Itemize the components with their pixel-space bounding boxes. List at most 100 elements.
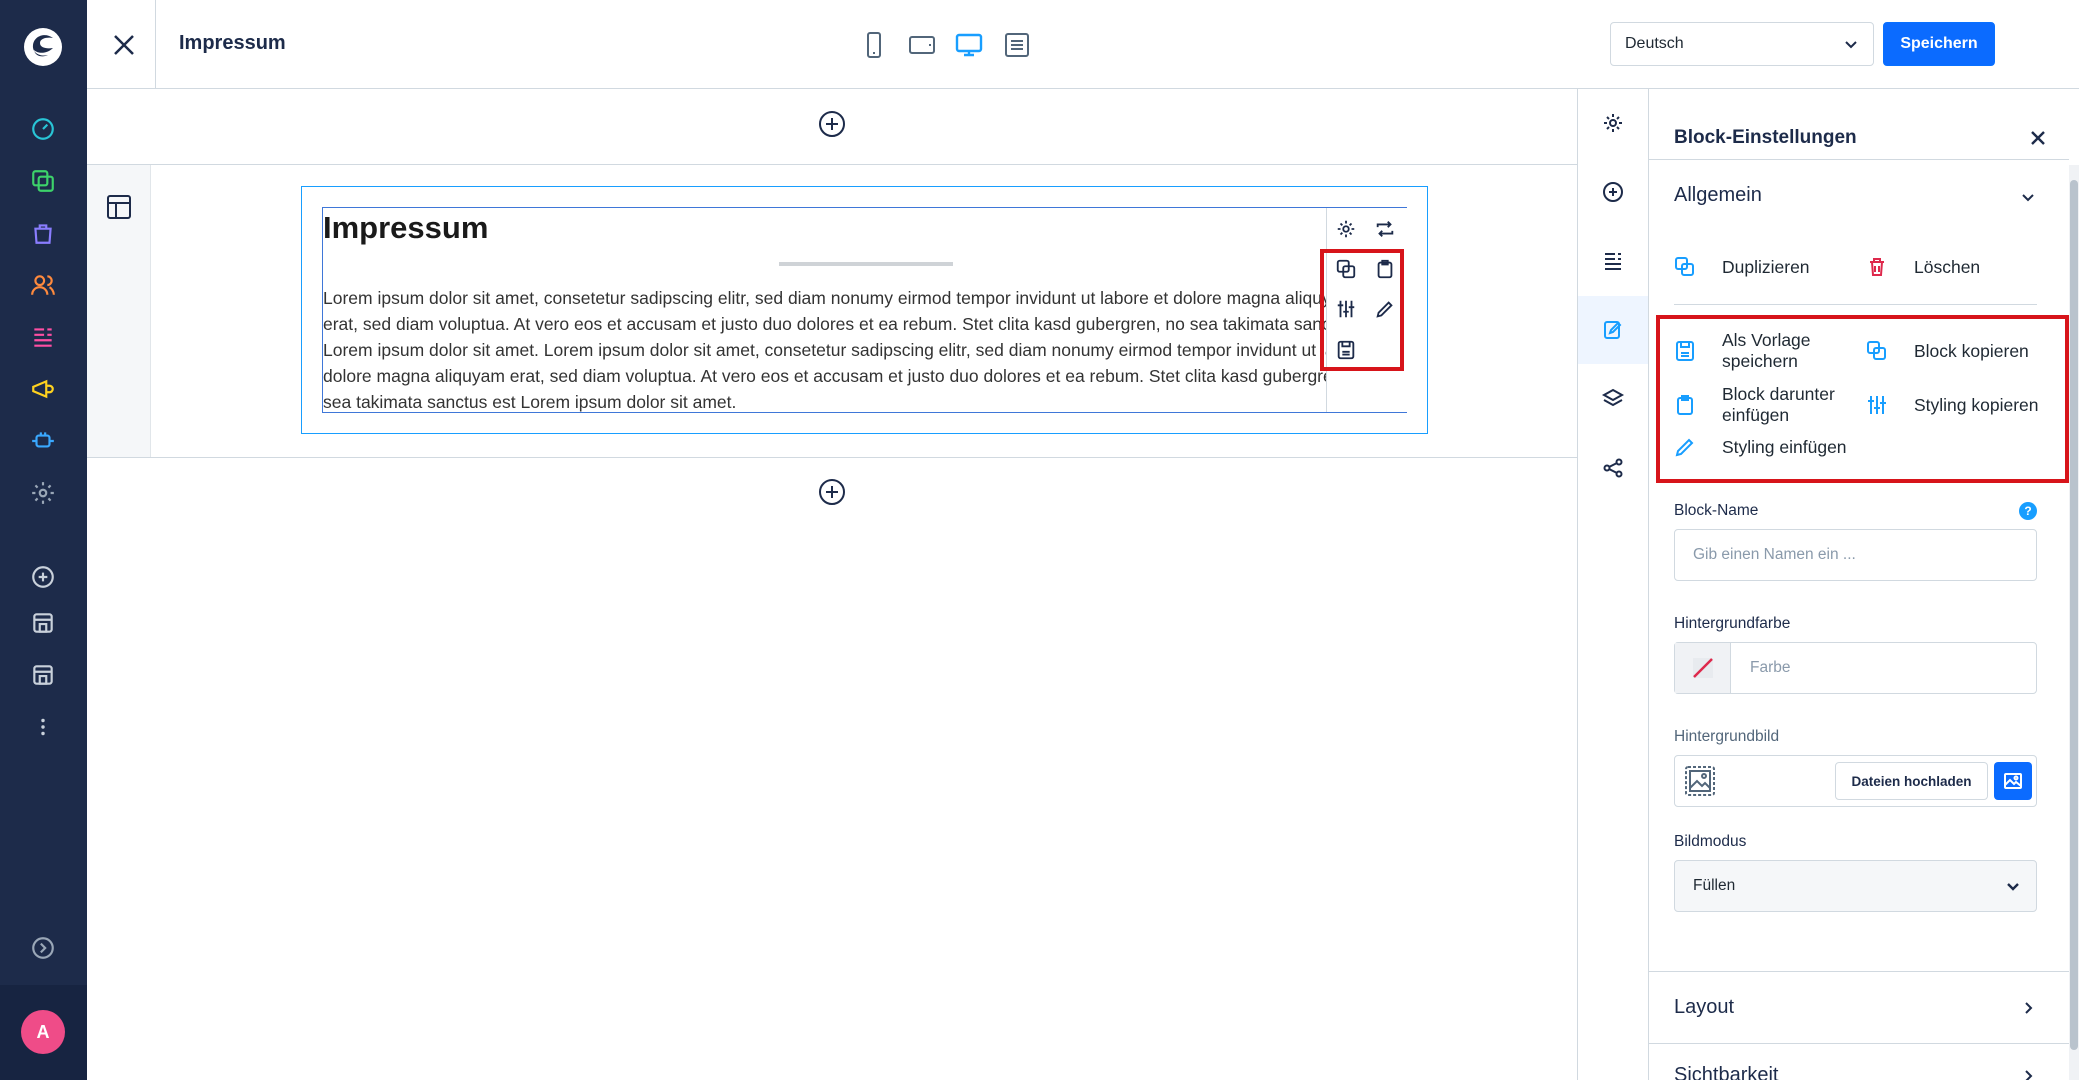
text-element[interactable]: Impressum Lorem ipsum dolor sit amet, co… bbox=[322, 207, 1407, 413]
media-library-button[interactable] bbox=[1994, 762, 2032, 800]
edit-block-icon bbox=[1604, 321, 1622, 339]
background-color-label: Hintergrundfarbe bbox=[1674, 615, 1791, 632]
image-mode-label: Bildmodus bbox=[1674, 833, 1747, 850]
share-tab[interactable] bbox=[1578, 434, 1648, 502]
layers-tab[interactable] bbox=[1578, 365, 1648, 433]
add-section-top-icon[interactable] bbox=[817, 109, 847, 139]
share-icon bbox=[1603, 458, 1623, 478]
storefront-icon-2[interactable] bbox=[28, 660, 58, 690]
accordion-layout-title[interactable]: Layout bbox=[1674, 996, 1734, 1019]
expand-navigation-icon[interactable] bbox=[28, 933, 58, 963]
chevron-right-icon[interactable] bbox=[2019, 999, 2037, 1017]
close-editor-icon[interactable] bbox=[107, 28, 141, 62]
navigator-tab[interactable] bbox=[1578, 227, 1648, 295]
desktop-view-icon[interactable] bbox=[954, 30, 984, 60]
extensions-icon[interactable] bbox=[28, 426, 58, 456]
paste-styling-icon[interactable] bbox=[1374, 298, 1398, 322]
tablet-view-icon[interactable] bbox=[907, 30, 937, 60]
actions-divider bbox=[1674, 304, 2037, 305]
block-text: Lorem ipsum dolor sit amet, consetetur s… bbox=[323, 288, 1390, 412]
section: Impressum Lorem ipsum dolor sit amet, co… bbox=[87, 164, 1577, 458]
save-template-action[interactable]: Als Vorlage speichern bbox=[1674, 330, 1852, 372]
layout-divider bbox=[1649, 971, 2069, 972]
user-avatar[interactable]: A bbox=[21, 1010, 65, 1054]
section-sidebar bbox=[87, 165, 151, 457]
block-name-input[interactable]: Gib einen Namen ein ... bbox=[1674, 529, 2037, 581]
copy-block-label: Block kopieren bbox=[1914, 340, 2029, 361]
content-icon[interactable] bbox=[28, 322, 58, 352]
scrollbar-thumb[interactable] bbox=[2070, 180, 2078, 1050]
marketing-icon[interactable] bbox=[28, 374, 58, 404]
text-block[interactable]: Impressum Lorem ipsum dolor sit amet, co… bbox=[301, 186, 1428, 434]
more-icon[interactable] bbox=[28, 712, 58, 742]
block-settings-panel: Block-Einstellungen Allgemein Dupliziere… bbox=[1649, 89, 2079, 1080]
paste-block-icon[interactable] bbox=[1374, 258, 1398, 282]
paste-below-label: Block darunter einfügen bbox=[1722, 384, 1835, 425]
paste-styling-label: Styling einfügen bbox=[1722, 436, 1847, 457]
save-template-icon[interactable] bbox=[1335, 339, 1359, 363]
catalog-icon[interactable] bbox=[28, 166, 58, 196]
paste-below-action[interactable]: Block darunter einfügen bbox=[1674, 384, 1852, 426]
plus-circle-icon bbox=[1603, 182, 1623, 202]
image-mode-select[interactable]: Füllen bbox=[1674, 860, 2037, 912]
block-heading: Impressum bbox=[323, 210, 489, 245]
save-template-label: Als Vorlage speichern bbox=[1722, 330, 1811, 371]
styling-sliders-icon[interactable] bbox=[1335, 298, 1359, 322]
customers-icon[interactable] bbox=[28, 270, 58, 300]
add-block-tab[interactable] bbox=[1578, 158, 1648, 226]
add-section-top bbox=[87, 109, 1577, 139]
settings-icon[interactable] bbox=[28, 478, 58, 508]
duplicate-block-icon[interactable] bbox=[1335, 258, 1359, 282]
color-swatch[interactable] bbox=[1675, 643, 1731, 693]
chevron-right-icon[interactable] bbox=[2019, 1067, 2037, 1080]
block-toolbar bbox=[1326, 208, 1407, 412]
section-layout-icon[interactable] bbox=[105, 193, 133, 221]
image-mode-value: Füllen bbox=[1693, 877, 1736, 894]
chevron-down-icon bbox=[2007, 883, 2019, 891]
sidebar-tabs bbox=[1577, 89, 1649, 1080]
copy-block-action[interactable]: Block kopieren bbox=[1866, 340, 2029, 362]
chevron-down-icon bbox=[1845, 41, 1857, 49]
topbar-divider bbox=[155, 0, 156, 89]
list-view-icon[interactable] bbox=[1002, 30, 1032, 60]
language-select-value: Deutsch bbox=[1625, 35, 1684, 52]
help-icon[interactable]: ? bbox=[2019, 502, 2037, 520]
duplicate-label: Duplizieren bbox=[1722, 256, 1810, 277]
paste-styling-action[interactable]: Styling einfügen bbox=[1674, 436, 1847, 458]
accordion-visibility-title[interactable]: Sichtbarkeit bbox=[1674, 1064, 1779, 1080]
panel-scrollbar[interactable] bbox=[2069, 165, 2079, 1080]
mobile-view-icon[interactable] bbox=[859, 30, 889, 60]
add-section-bottom-icon[interactable] bbox=[817, 477, 847, 507]
language-select[interactable]: Deutsch bbox=[1610, 22, 1874, 66]
upload-files-button[interactable]: Dateien hochladen bbox=[1835, 762, 1988, 800]
background-color-input[interactable]: Farbe bbox=[1674, 642, 2037, 694]
chevron-down-icon[interactable] bbox=[2019, 188, 2037, 206]
gear-icon bbox=[1604, 114, 1622, 132]
duplicate-icon bbox=[1675, 257, 1694, 276]
no-color-icon bbox=[1692, 658, 1713, 678]
delete-action[interactable]: Löschen bbox=[1866, 256, 1980, 278]
close-panel-icon[interactable] bbox=[2029, 129, 2047, 147]
page-settings-tab[interactable] bbox=[1578, 89, 1648, 157]
block-settings-tab[interactable] bbox=[1578, 296, 1648, 364]
swap-block-icon[interactable] bbox=[1374, 218, 1398, 242]
image-placeholder-icon bbox=[1685, 766, 1715, 796]
duplicate-action[interactable]: Duplizieren bbox=[1674, 256, 1810, 278]
copy-styling-action[interactable]: Styling kopieren bbox=[1866, 394, 2039, 416]
save-button[interactable]: Speichern bbox=[1883, 22, 1995, 66]
save-template-icon bbox=[1676, 341, 1694, 361]
layout-canvas: Impressum Lorem ipsum dolor sit amet, co… bbox=[87, 89, 1577, 1080]
add-sales-channel-icon[interactable] bbox=[28, 562, 58, 592]
visibility-divider bbox=[1649, 1043, 2069, 1044]
shopware-logo-icon[interactable] bbox=[20, 24, 66, 70]
storefront-icon[interactable] bbox=[28, 608, 58, 638]
page-title: Impressum bbox=[179, 32, 286, 54]
orders-icon[interactable] bbox=[28, 218, 58, 248]
background-color-placeholder: Farbe bbox=[1750, 659, 1791, 676]
pencil-icon bbox=[1675, 438, 1694, 457]
dashboard-icon[interactable] bbox=[28, 114, 58, 144]
image-icon bbox=[2004, 773, 2022, 789]
main-navigation: A bbox=[0, 0, 87, 1080]
block-settings-icon[interactable] bbox=[1335, 218, 1359, 242]
accordion-general-title[interactable]: Allgemein bbox=[1674, 184, 1762, 207]
